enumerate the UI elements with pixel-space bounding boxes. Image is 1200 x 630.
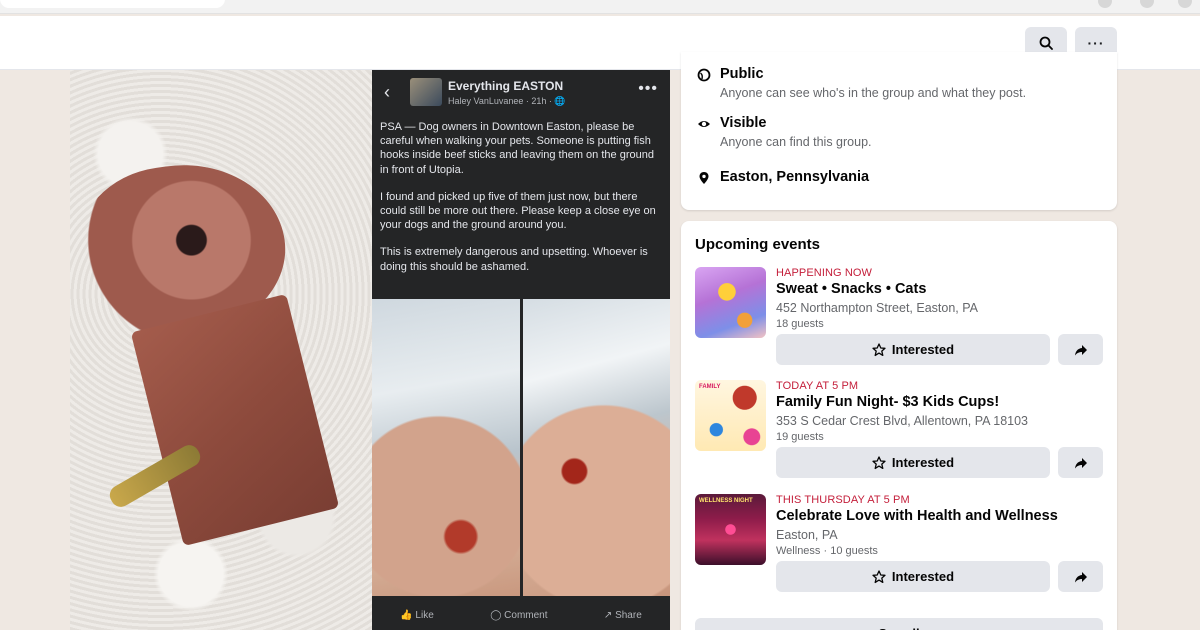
event-status: THIS THURSDAY AT 5 PM <box>776 494 910 506</box>
visibility-title: Visible <box>720 115 767 131</box>
event-location: 452 Northampton Street, Easton, PA <box>776 301 978 315</box>
address-bar[interactable] <box>0 0 225 8</box>
interested-label: Interested <box>891 569 955 584</box>
share-event-button[interactable] <box>1058 447 1103 478</box>
event-guests: 19 guests <box>776 431 824 443</box>
beef-stick-hook-photo <box>70 70 372 630</box>
event-name[interactable]: Sweat • Snacks • Cats <box>776 281 926 297</box>
group-location: Easton, Pennsylvania <box>720 169 870 185</box>
share-arrow-icon <box>1074 571 1087 582</box>
privacy-title: Public <box>720 66 764 82</box>
more-icon: ··· <box>1087 34 1105 51</box>
post-paragraph: This is extremely dangerous and upsettin… <box>380 246 648 273</box>
interested-button[interactable]: Interested <box>776 334 1050 365</box>
interested-button[interactable]: Interested <box>776 561 1050 592</box>
star-icon <box>872 455 886 469</box>
see-all-events-button[interactable]: See all <box>695 618 1103 630</box>
interested-label: Interested <box>891 342 955 357</box>
share-arrow-icon <box>1074 344 1087 355</box>
post-photo-collage[interactable]: ‹ Everything EASTON Haley VanLuvanee · 2… <box>70 70 670 630</box>
hand-holding-hooks-photo <box>523 299 670 596</box>
globe-icon <box>697 68 711 82</box>
visibility-description: Anyone can find this group. <box>720 135 872 149</box>
event-name[interactable]: Celebrate Love with Health and Wellness <box>776 508 1058 524</box>
browser-button[interactable] <box>1140 0 1154 8</box>
hand-holding-hooks-photo <box>372 299 520 596</box>
star-icon <box>872 569 886 583</box>
share-button: ↗ Share <box>603 609 642 621</box>
location-pin-icon <box>699 172 709 184</box>
event-thumbnail[interactable]: WELLNESS NIGHT <box>695 494 766 565</box>
star-icon <box>872 342 886 356</box>
facebook-post-screenshot: ‹ Everything EASTON Haley VanLuvanee · 2… <box>372 70 670 630</box>
post-body: PSA — Dog owners in Downtown Easton, ple… <box>380 120 664 287</box>
event-thumbnail[interactable]: FAMILY <box>695 380 766 451</box>
comment-button: ◯ Comment <box>490 609 548 621</box>
event-location: 353 S Cedar Crest Blvd, Allentown, PA 18… <box>776 414 1029 428</box>
event-item[interactable]: HAPPENING NOW Sweat • Snacks • Cats 452 … <box>695 267 1105 377</box>
event-status: TODAY AT 5 PM <box>776 380 859 392</box>
privacy-description: Anyone can see who's in the group and wh… <box>720 86 1027 100</box>
interested-label: Interested <box>891 455 955 470</box>
event-location: Easton, PA <box>776 528 838 542</box>
thumbnail-text: WELLNESS NIGHT <box>699 498 753 504</box>
beef-stick-piece <box>130 293 340 547</box>
event-item[interactable]: FAMILY TODAY AT 5 PM Family Fun Night- $… <box>695 380 1105 490</box>
like-button: 👍 Like <box>400 609 434 621</box>
back-arrow-icon: ‹ <box>384 82 390 102</box>
share-arrow-icon <box>1074 457 1087 468</box>
browser-chrome <box>0 0 1200 14</box>
thumbnail-text: FAMILY <box>699 384 721 390</box>
post-paragraph: PSA — Dog owners in Downtown Easton, ple… <box>380 121 654 176</box>
search-icon <box>1039 36 1053 50</box>
browser-button[interactable] <box>1098 0 1112 8</box>
event-status: HAPPENING NOW <box>776 267 873 279</box>
post-paragraph: I found and picked up five of them just … <box>380 190 656 232</box>
event-guests: 18 guests <box>776 318 824 330</box>
upcoming-events-card: Upcoming events HAPPENING NOW Sweat • Sn… <box>681 221 1117 630</box>
eye-icon <box>698 121 710 127</box>
group-name: Everything EASTON <box>448 79 564 93</box>
event-thumbnail[interactable] <box>695 267 766 338</box>
event-item[interactable]: WELLNESS NIGHT THIS THURSDAY AT 5 PM Cel… <box>695 494 1105 604</box>
post-author-line: Haley VanLuvanee · 21h · 🌐 <box>448 96 566 106</box>
browser-button[interactable] <box>1178 0 1192 8</box>
group-about-card: Public Anyone can see who's in the group… <box>681 52 1117 210</box>
events-heading: Upcoming events <box>695 236 821 253</box>
post-action-bar: 👍 Like ◯ Comment ↗ Share <box>372 600 670 630</box>
event-guests: Wellness · 10 guests <box>776 545 878 557</box>
share-event-button[interactable] <box>1058 334 1103 365</box>
event-name[interactable]: Family Fun Night- $3 Kids Cups! <box>776 394 999 410</box>
more-icon: ••• <box>638 80 658 97</box>
post-header: ‹ Everything EASTON Haley VanLuvanee · 2… <box>372 70 670 118</box>
share-event-button[interactable] <box>1058 561 1103 592</box>
interested-button[interactable]: Interested <box>776 447 1050 478</box>
group-avatar <box>410 78 442 106</box>
